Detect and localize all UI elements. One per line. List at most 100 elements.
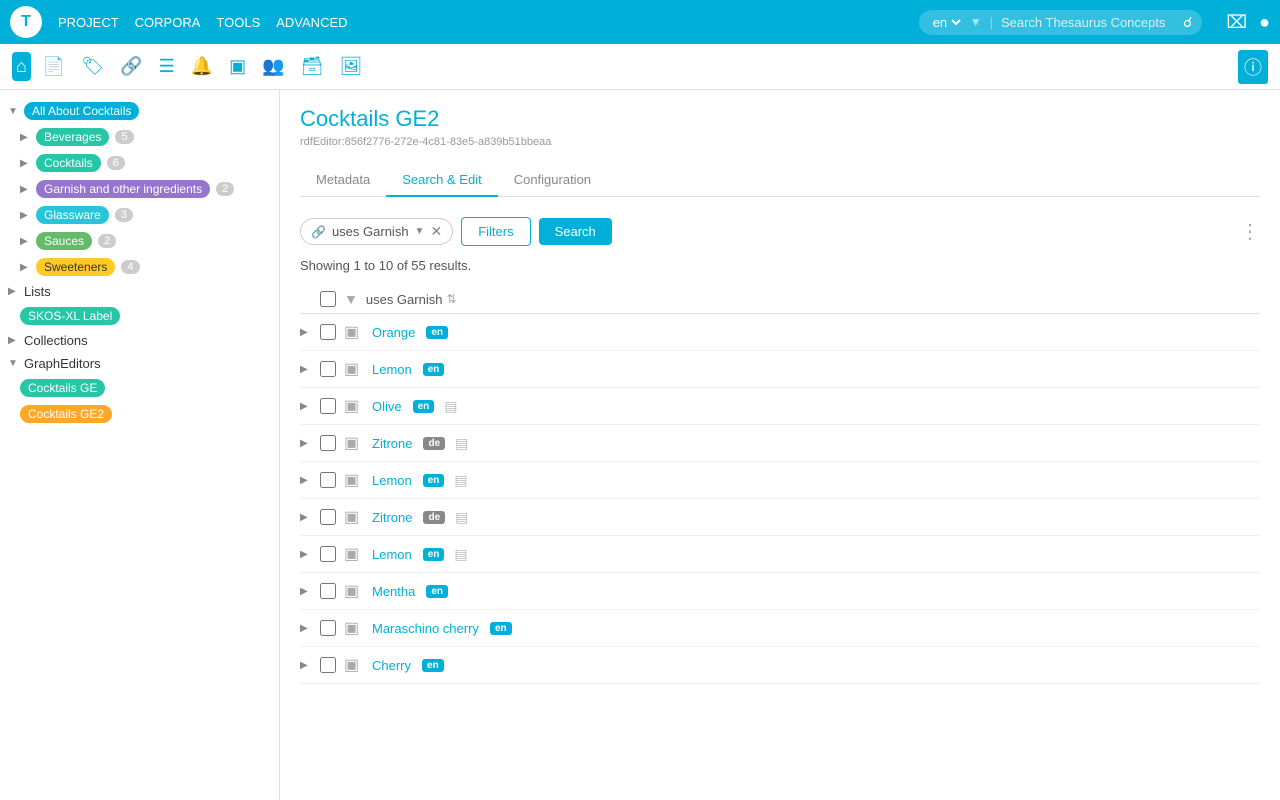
row-checkbox[interactable] [320,435,336,451]
row-expand-icon[interactable]: ▶ [300,623,312,634]
sidebar-glassware[interactable]: ▶ Glassware 3 [0,202,279,228]
cocktails-ge-chip[interactable]: Cocktails GE [20,379,105,397]
cocktails-chip[interactable]: Cocktails [36,154,101,172]
cocktails-ge2-chip[interactable]: Cocktails GE2 [20,405,112,423]
table-row: ▶ ▣ Mentha en [300,573,1260,610]
row-checkbox[interactable] [320,472,336,488]
row-expand-icon[interactable]: ▶ [300,586,312,597]
sidebar-beverages[interactable]: ▶ Beverages 5 [0,124,279,150]
bell-icon[interactable]: 🔔 [187,52,217,81]
row-expand-icon[interactable]: ▶ [300,512,312,523]
row-concept-link[interactable]: Orange [372,325,415,340]
sidebar-cocktails-ge2[interactable]: Cocktails GE2 [0,401,279,427]
main-layout: ▼ All About Cocktails ▶ Beverages 5 ▶ Co… [0,90,1280,800]
row-concept-link[interactable]: Mentha [372,584,415,599]
filter-link-icon: 🔗 [311,225,326,239]
lists-toggle: ▶ [8,286,20,297]
sidebar-garnish[interactable]: ▶ Garnish and other ingredients 2 [0,176,279,202]
logo[interactable]: T [10,6,42,38]
skos-chip[interactable]: SKOS-XL Label [20,307,120,325]
sweeteners-chip[interactable]: Sweeteners [36,258,115,276]
lang-selector[interactable]: en de [929,14,964,31]
row-checkbox[interactable] [320,620,336,636]
row-expand-icon[interactable]: ▶ [300,327,312,338]
user-icon[interactable]: ● [1259,12,1270,33]
nav-corpora[interactable]: CORPORA [135,15,201,30]
beverages-chip[interactable]: Beverages [36,128,109,146]
row-expand-icon[interactable]: ▶ [300,475,312,486]
more-options-icon[interactable]: ⋮ [1240,219,1260,244]
global-search-input[interactable] [1001,15,1177,30]
sauces-chip[interactable]: Sauces [36,232,92,250]
filter-chip-remove-icon[interactable]: ✕ [430,223,442,240]
tab-search-edit[interactable]: Search & Edit [386,164,498,197]
sidebar-skos[interactable]: SKOS-XL Label [0,303,279,329]
nav-project[interactable]: PROJECT [58,15,119,30]
sweeteners-toggle: ▶ [20,262,32,273]
link-icon[interactable]: 🔗 [116,52,146,81]
row-concept-link[interactable]: Lemon [372,547,412,562]
sauces-count: 2 [98,234,116,248]
active-filter-chip[interactable]: 🔗 uses Garnish ▼ ✕ [300,218,453,245]
row-checkbox[interactable] [320,509,336,525]
home-icon[interactable]: ⌂ [12,52,31,81]
row-concept-link[interactable]: Zitrone [372,510,412,525]
tree-icon[interactable]: ▣ [225,52,250,81]
row-concept-link[interactable]: Zitrone [372,436,412,451]
sidebar-section-lists[interactable]: ▶ Lists [0,280,279,303]
tab-configuration[interactable]: Configuration [498,164,607,197]
sidebar-sauces[interactable]: ▶ Sauces 2 [0,228,279,254]
filter-chip-caret-icon[interactable]: ▼ [415,226,425,237]
root-toggle-icon: ▼ [8,106,20,117]
secondary-toolbar: ⌂ 📄 🏷 🔗 ☰ 🔔 ▣ 👥 🗃 🖼 ⓘ [0,44,1280,90]
row-concept-link[interactable]: Lemon [372,473,412,488]
results-info: Showing 1 to 10 of 55 results. [300,258,1260,273]
sidebar-cocktails[interactable]: ▶ Cocktails 6 [0,150,279,176]
row-concept-link[interactable]: Maraschino cherry [372,621,479,636]
filter-chip-label: uses Garnish [332,224,409,239]
row-expand-icon[interactable]: ▶ [300,438,312,449]
row-checkbox[interactable] [320,324,336,340]
stack-icon: ▤ [455,435,468,452]
search-button[interactable]: Search [539,218,612,245]
glassware-chip[interactable]: Glassware [36,206,109,224]
row-checkbox[interactable] [320,398,336,414]
table-row: ▶ ▣ Cherry en [300,647,1260,684]
nav-tools[interactable]: TOOLS [216,15,260,30]
sidebar-root-item[interactable]: ▼ All About Cocktails [0,98,279,124]
users-icon[interactable]: 👥 [258,52,288,81]
row-expand-icon[interactable]: ▶ [300,660,312,671]
sidebar-section-grapheditors[interactable]: ▼ GraphEditors [0,352,279,375]
header-dropdown-icon[interactable]: ▼ [344,291,358,307]
row-concept-link[interactable]: Cherry [372,658,411,673]
table-row: ▶ ▣ Zitrone de ▤ [300,499,1260,536]
grid-icon[interactable]: ⌧ [1226,12,1247,33]
tag-icon[interactable]: 🏷 [77,52,108,81]
row-expand-icon[interactable]: ▶ [300,549,312,560]
row-checkbox[interactable] [320,546,336,562]
nav-advanced[interactable]: ADVANCED [276,15,347,30]
sidebar-sweeteners[interactable]: ▶ Sweeteners 4 [0,254,279,280]
select-all-checkbox[interactable] [320,291,336,307]
tab-metadata[interactable]: Metadata [300,164,386,197]
root-chip[interactable]: All About Cocktails [24,102,139,120]
column-uses-garnish[interactable]: uses Garnish ⇅ [366,292,457,307]
content-area: Cocktails GE2 rdfEditor:856f2776-272e-4c… [280,90,1280,800]
row-expand-icon[interactable]: ▶ [300,364,312,375]
row-checkbox[interactable] [320,361,336,377]
db-icon[interactable]: 🗃 [297,52,328,81]
row-concept-link[interactable]: Lemon [372,362,412,377]
garnish-chip[interactable]: Garnish and other ingredients [36,180,210,198]
row-expand-icon[interactable]: ▶ [300,401,312,412]
sidebar-cocktails-ge[interactable]: Cocktails GE [0,375,279,401]
filters-button[interactable]: Filters [461,217,530,246]
row-checkbox[interactable] [320,657,336,673]
info-icon[interactable]: ⓘ [1238,50,1268,84]
row-concept-link[interactable]: Olive [372,399,402,414]
list-icon[interactable]: ☰ [155,52,179,81]
collections-label: Collections [24,333,88,348]
row-checkbox[interactable] [320,583,336,599]
server-icon[interactable]: 🖼 [335,52,366,81]
sidebar-section-collections[interactable]: ▶ Collections [0,329,279,352]
new-doc-icon[interactable]: 📄 [39,52,69,81]
